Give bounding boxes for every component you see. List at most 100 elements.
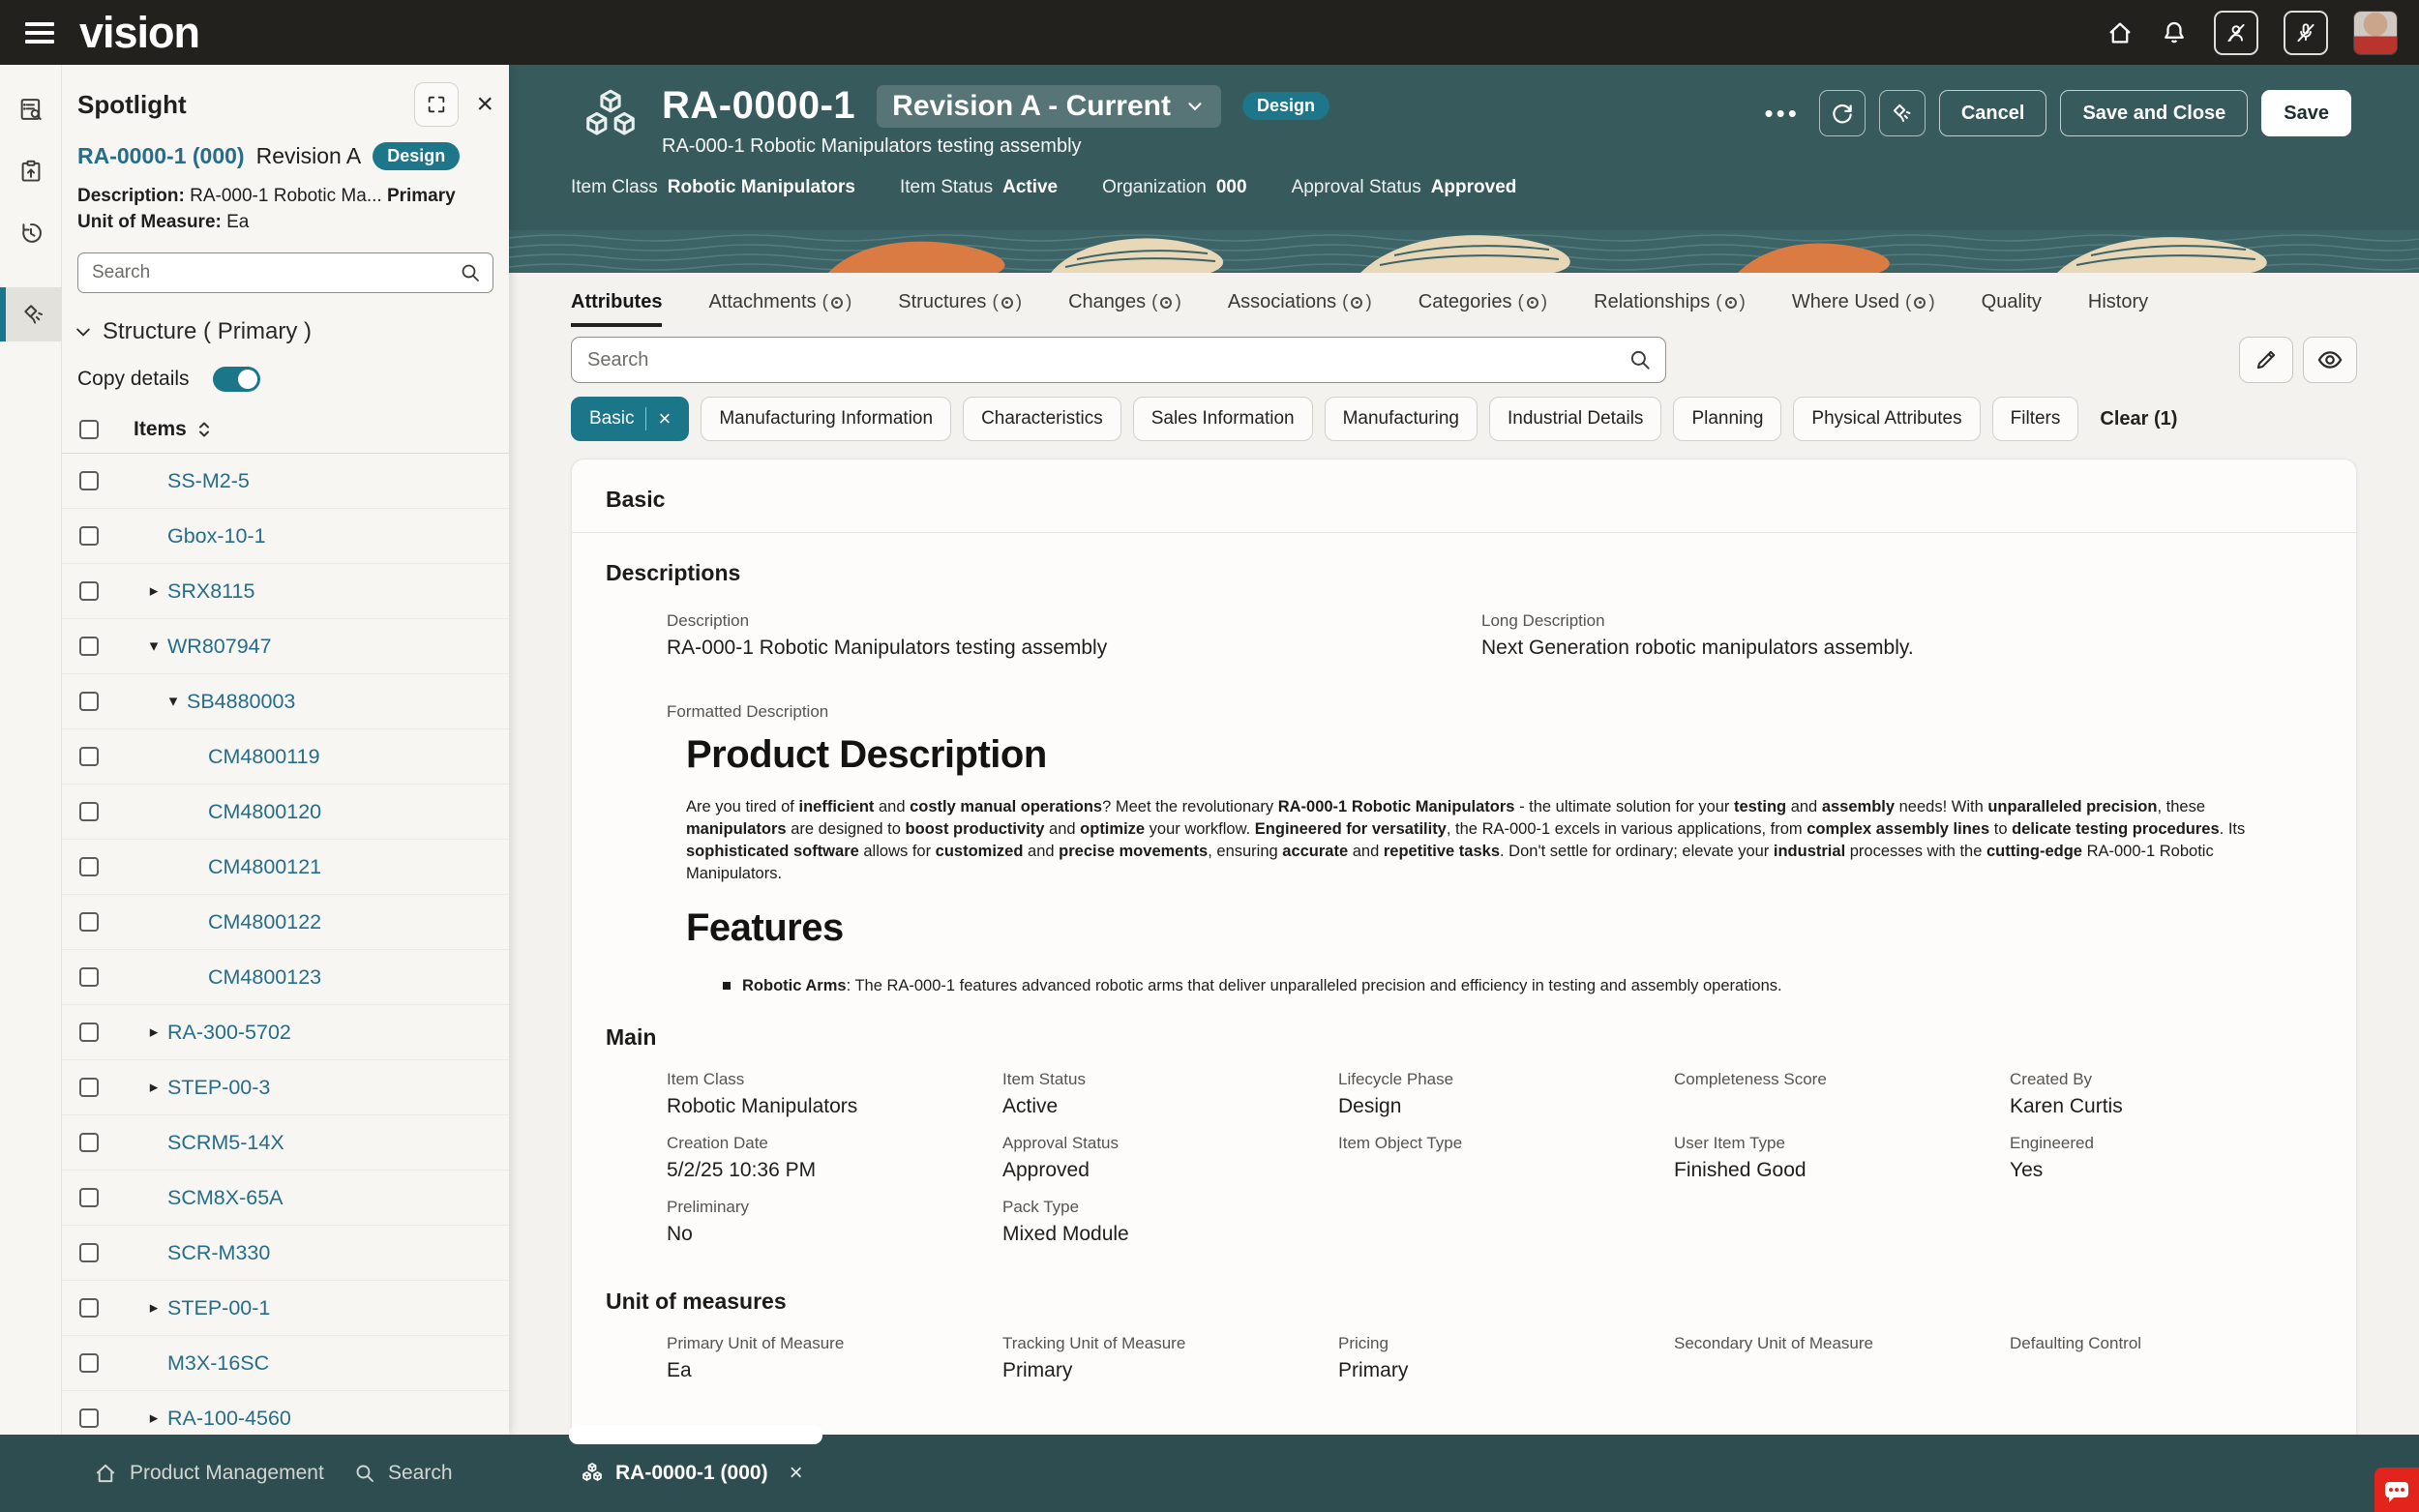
tab[interactable]: Attachments () bbox=[708, 291, 851, 327]
row-checkbox[interactable] bbox=[79, 912, 99, 932]
open-item-tab[interactable]: RA-0000-1 (000) × bbox=[581, 1435, 803, 1512]
save-button[interactable]: Save bbox=[2261, 90, 2351, 136]
item-link[interactable]: STEP-00-1 bbox=[167, 1296, 270, 1320]
home-icon[interactable] bbox=[2105, 18, 2135, 47]
select-all-checkbox[interactable] bbox=[79, 420, 99, 439]
spotlight-item-link[interactable]: RA-0000-1 (000) bbox=[77, 143, 245, 169]
worklist-icon[interactable] bbox=[0, 82, 62, 136]
tree-row[interactable]: Gbox-10-1 bbox=[62, 509, 509, 564]
tree-row[interactable]: CM4800119 bbox=[62, 729, 509, 785]
filter-chip[interactable]: Manufacturing bbox=[1325, 397, 1478, 441]
filter-chip[interactable]: Planning bbox=[1673, 397, 1781, 441]
row-checkbox[interactable] bbox=[79, 802, 99, 821]
item-link[interactable]: SCM8X-65A bbox=[167, 1186, 284, 1210]
tab[interactable]: Structures () bbox=[898, 291, 1022, 327]
item-link[interactable]: CM4800123 bbox=[208, 965, 321, 990]
tree-row[interactable]: SCRM5-14X bbox=[62, 1115, 509, 1171]
save-and-close-button[interactable]: Save and Close bbox=[2060, 90, 2248, 136]
tree-row[interactable]: ▸ STEP-00-1 bbox=[62, 1281, 509, 1336]
row-checkbox[interactable] bbox=[79, 857, 99, 876]
item-link[interactable]: SB4880003 bbox=[187, 690, 295, 714]
item-link[interactable]: CM4800122 bbox=[208, 910, 321, 934]
tab[interactable]: Where Used () bbox=[1792, 291, 1935, 327]
copy-details-toggle[interactable] bbox=[213, 367, 260, 392]
row-checkbox[interactable] bbox=[79, 1408, 99, 1428]
revision-selector[interactable]: Revision A - Current bbox=[877, 85, 1221, 128]
attributes-search-input[interactable] bbox=[571, 337, 1666, 383]
row-checkbox[interactable] bbox=[79, 1298, 99, 1318]
row-checkbox[interactable] bbox=[79, 471, 99, 490]
row-checkbox[interactable] bbox=[79, 967, 99, 987]
filter-chip[interactable]: Manufacturing Information bbox=[701, 397, 951, 441]
filter-chip[interactable]: Sales Information bbox=[1133, 397, 1313, 441]
tab[interactable]: Associations () bbox=[1228, 291, 1372, 327]
voice-off-icon[interactable] bbox=[2284, 11, 2328, 55]
notifications-icon[interactable] bbox=[2160, 18, 2189, 47]
expand-arrow-icon[interactable]: ▸ bbox=[144, 1078, 164, 1097]
item-link[interactable]: Gbox-10-1 bbox=[167, 524, 266, 548]
filters-chip[interactable]: Filters bbox=[1992, 397, 2079, 441]
refresh-icon[interactable] bbox=[1819, 90, 1866, 136]
row-checkbox[interactable] bbox=[79, 1078, 99, 1097]
row-checkbox[interactable] bbox=[79, 1023, 99, 1042]
tree-row[interactable]: SCM8X-65A bbox=[62, 1171, 509, 1226]
view-eye-icon[interactable] bbox=[2303, 337, 2357, 383]
tree-row[interactable]: ▸ SRX8115 bbox=[62, 564, 509, 619]
row-checkbox[interactable] bbox=[79, 581, 99, 601]
row-checkbox[interactable] bbox=[79, 1133, 99, 1152]
spotlight-toggle-icon[interactable] bbox=[1879, 90, 1926, 136]
item-link[interactable]: CM4800120 bbox=[208, 800, 321, 824]
remove-chip-icon[interactable]: × bbox=[658, 408, 671, 430]
tree-row[interactable]: ▸ STEP-00-3 bbox=[62, 1060, 509, 1115]
spotlight-search-input[interactable] bbox=[77, 252, 493, 293]
tree-row[interactable]: ▾ WR807947 bbox=[62, 619, 509, 674]
tab[interactable]: Attributes () bbox=[571, 291, 662, 327]
bottom-search-nav[interactable]: Search bbox=[353, 1435, 453, 1512]
close-tab-icon[interactable]: × bbox=[790, 1460, 803, 1487]
item-link[interactable]: SRX8115 bbox=[167, 579, 254, 604]
row-checkbox[interactable] bbox=[79, 637, 99, 656]
structure-section-header[interactable]: Structure ( Primary ) bbox=[62, 293, 509, 345]
tree-row[interactable]: CM4800122 bbox=[62, 895, 509, 950]
expand-icon[interactable] bbox=[414, 82, 459, 127]
edit-pencil-icon[interactable] bbox=[2239, 337, 2293, 383]
chat-bot-icon[interactable] bbox=[2374, 1468, 2419, 1512]
menu-icon[interactable] bbox=[25, 22, 54, 44]
user-avatar[interactable] bbox=[2353, 11, 2398, 55]
item-link[interactable]: CM4800121 bbox=[208, 855, 321, 879]
tree-row[interactable]: CM4800120 bbox=[62, 785, 509, 840]
item-link[interactable]: SS-M2-5 bbox=[167, 469, 250, 493]
expand-arrow-icon[interactable]: ▸ bbox=[144, 1408, 164, 1428]
history-icon[interactable] bbox=[0, 206, 62, 260]
tab[interactable]: History () bbox=[2088, 291, 2148, 327]
item-link[interactable]: RA-300-5702 bbox=[167, 1021, 291, 1045]
expand-arrow-icon[interactable]: ▸ bbox=[144, 1023, 164, 1042]
search-icon[interactable] bbox=[1628, 347, 1653, 372]
filter-chip[interactable]: Characteristics bbox=[963, 397, 1121, 441]
sort-icon[interactable] bbox=[194, 419, 214, 440]
clear-filters-link[interactable]: Clear (1) bbox=[2100, 408, 2177, 430]
expand-arrow-icon[interactable]: ▾ bbox=[144, 637, 164, 656]
tab[interactable]: Quality () bbox=[1982, 291, 2042, 327]
more-actions-icon[interactable]: ••• bbox=[1765, 99, 1800, 129]
tree-row[interactable]: SCR-M330 bbox=[62, 1226, 509, 1281]
row-checkbox[interactable] bbox=[79, 692, 99, 711]
chip-basic-selected[interactable]: Basic × bbox=[571, 397, 689, 441]
tab[interactable]: Changes () bbox=[1068, 291, 1181, 327]
row-checkbox[interactable] bbox=[79, 1243, 99, 1262]
tree-row[interactable]: M3X-16SC bbox=[62, 1336, 509, 1391]
expand-arrow-icon[interactable]: ▸ bbox=[144, 1298, 164, 1318]
filter-chip[interactable]: Industrial Details bbox=[1489, 397, 1661, 441]
clipboard-upload-icon[interactable] bbox=[0, 144, 62, 198]
expand-arrow-icon[interactable]: ▸ bbox=[144, 581, 164, 601]
user-slash-icon[interactable] bbox=[2214, 11, 2258, 55]
spotlight-icon[interactable] bbox=[0, 287, 62, 341]
row-checkbox[interactable] bbox=[79, 747, 99, 766]
item-link[interactable]: WR807947 bbox=[167, 635, 272, 659]
search-icon[interactable] bbox=[459, 261, 482, 284]
tree-row[interactable]: ▾ SB4880003 bbox=[62, 674, 509, 729]
tree-row[interactable]: SS-M2-5 bbox=[62, 454, 509, 509]
cancel-button[interactable]: Cancel bbox=[1939, 90, 2047, 136]
tree-row[interactable]: CM4800121 bbox=[62, 840, 509, 895]
row-checkbox[interactable] bbox=[79, 526, 99, 546]
